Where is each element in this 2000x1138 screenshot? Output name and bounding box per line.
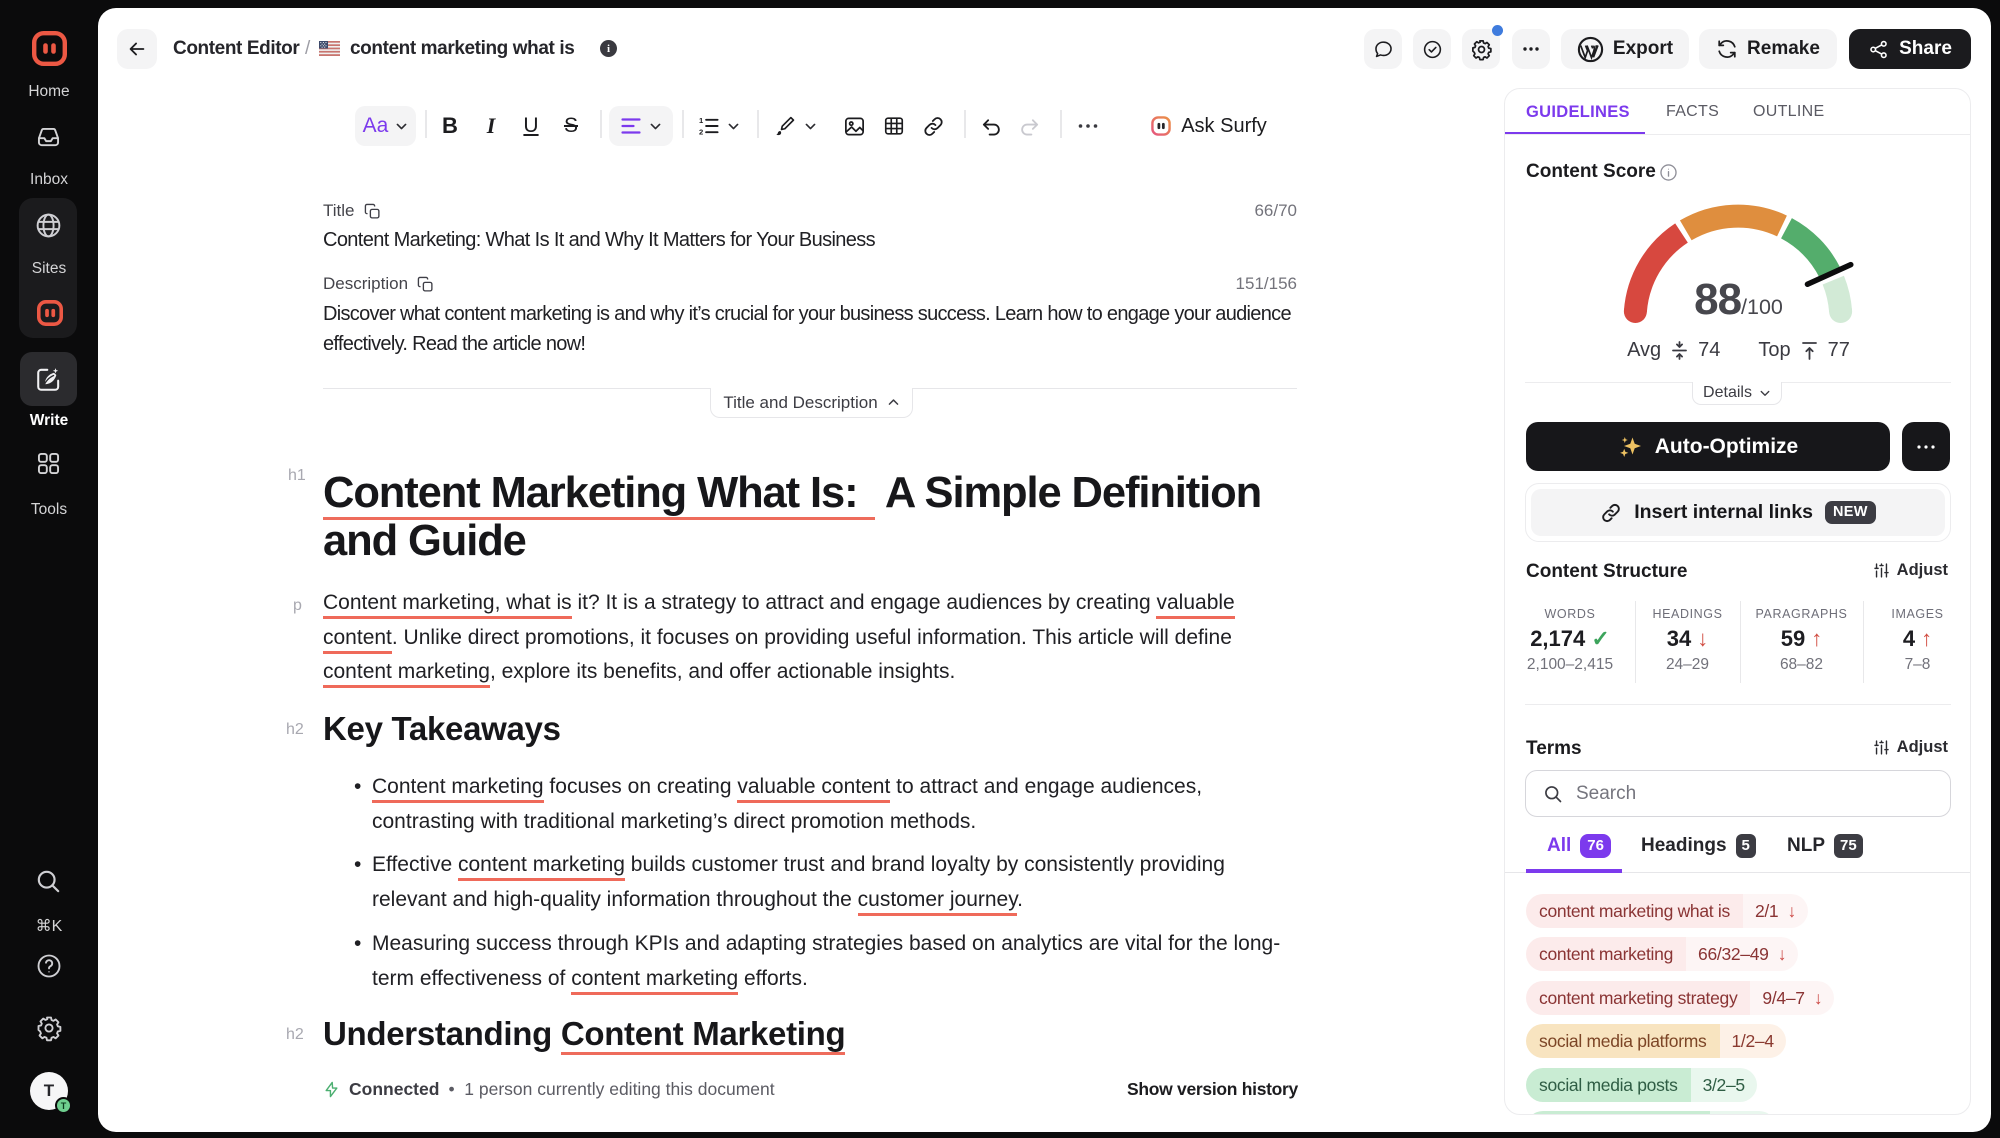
svg-text:2: 2 — [699, 128, 703, 136]
svg-text:1: 1 — [699, 116, 704, 125]
